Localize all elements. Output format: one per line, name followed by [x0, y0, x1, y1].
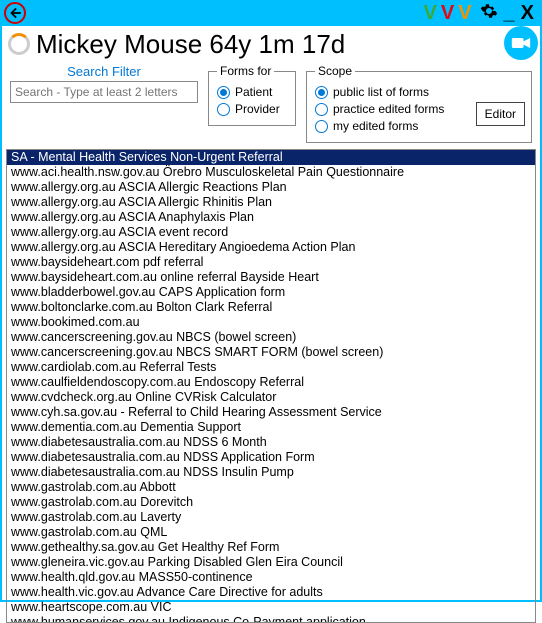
list-item[interactable]: www.dementia.com.au Dementia Support [7, 420, 535, 435]
list-item[interactable]: www.boltonclarke.com.au Bolton Clark Ref… [7, 300, 535, 315]
search-block: Search Filter [10, 64, 198, 103]
search-input[interactable] [10, 81, 198, 103]
title-bar: VVV _ X [2, 0, 540, 26]
list-item[interactable]: www.cancerscreening.gov.au NBCS (bowel s… [7, 330, 535, 345]
radio-icon [315, 86, 328, 99]
radio-icon [217, 86, 230, 99]
list-item[interactable]: www.allergy.org.au ASCIA event record [7, 225, 535, 240]
gear-icon [480, 2, 498, 20]
arrow-left-icon [8, 6, 22, 20]
controls-row: Search Filter Forms for PatientProvider … [2, 62, 540, 149]
list-item[interactable]: www.bladderbowel.gov.au CAPS Application… [7, 285, 535, 300]
forms-for-fieldset: Forms for Patient Provider [208, 64, 296, 126]
search-label: Search Filter [10, 64, 198, 79]
list-item[interactable]: www.bookimed.com.au [7, 315, 535, 330]
patient-name: Mickey Mouse 64y 1m 17d [36, 29, 345, 60]
scope-legend: Scope [315, 64, 355, 78]
back-button[interactable] [4, 2, 26, 24]
list-item[interactable]: www.aci.health.nsw.gov.au Örebro Musculo… [7, 165, 535, 180]
header-row: Mickey Mouse 64y 1m 17d [2, 26, 540, 62]
list-item[interactable]: www.allergy.org.au ASCIA Allergic Reacti… [7, 180, 535, 195]
list-item[interactable]: www.health.qld.gov.au MASS50-continence [7, 570, 535, 585]
app-logo-icon: VVV [420, 3, 476, 23]
list-item[interactable]: www.gastrolab.com.au Laverty [7, 510, 535, 525]
list-item[interactable]: www.allergy.org.au ASCIA Anaphylaxis Pla… [7, 210, 535, 225]
list-item[interactable]: www.allergy.org.au ASCIA Hereditary Angi… [7, 240, 535, 255]
list-item[interactable]: www.cardiolab.com.au Referral Tests [7, 360, 535, 375]
minimize-button[interactable]: _ [502, 3, 517, 23]
list-item[interactable]: www.heartscope.com.au VIC [7, 600, 535, 615]
forms-for-option[interactable]: Patient [217, 85, 287, 99]
list-item[interactable]: www.gethealthy.sa.gov.au Get Healthy Ref… [7, 540, 535, 555]
radio-icon [315, 120, 328, 133]
list-item[interactable]: www.health.vic.gov.au Advance Care Direc… [7, 585, 535, 600]
window-controls: VVV _ X [420, 2, 537, 24]
scope-option[interactable]: public list of forms [315, 85, 523, 99]
list-item[interactable]: www.caulfieldendoscopy.com.au Endoscopy … [7, 375, 535, 390]
radio-icon [217, 103, 230, 116]
scope-fieldset: Scope public list of forms practice edite… [306, 64, 532, 143]
forms-for-label: Patient [235, 85, 272, 99]
list-item[interactable]: www.gleneira.vic.gov.au Parking Disabled… [7, 555, 535, 570]
list-item[interactable]: www.cyh.sa.gov.au - Referral to Child He… [7, 405, 535, 420]
list-item[interactable]: www.diabetesaustralia.com.au NDSS Applic… [7, 450, 535, 465]
radio-icon [315, 103, 328, 116]
list-item[interactable]: www.allergy.org.au ASCIA Allergic Rhinit… [7, 195, 535, 210]
list-item[interactable]: www.gastrolab.com.au Abbott [7, 480, 535, 495]
video-button[interactable] [504, 26, 538, 60]
list-item[interactable]: www.humanservices.gov.au Indigenous Co-P… [7, 615, 535, 623]
list-item[interactable]: www.baysideheart.com pdf referral [7, 255, 535, 270]
scope-label: my edited forms [333, 119, 418, 133]
list-item[interactable]: www.diabetesaustralia.com.au NDSS 6 Mont… [7, 435, 535, 450]
scope-label: practice edited forms [333, 102, 444, 116]
loading-spinner-icon [8, 33, 30, 55]
list-item[interactable]: www.gastrolab.com.au QML [7, 525, 535, 540]
list-item[interactable]: www.cvdcheck.org.au Online CVRisk Calcul… [7, 390, 535, 405]
forms-list[interactable]: SA - Mental Health Services Non-Urgent R… [6, 149, 536, 623]
video-camera-icon [511, 35, 531, 51]
forms-for-label: Provider [235, 102, 280, 116]
list-item[interactable]: SA - Mental Health Services Non-Urgent R… [7, 150, 535, 165]
list-item[interactable]: www.cancerscreening.gov.au NBCS SMART FO… [7, 345, 535, 360]
list-item[interactable]: www.diabetesaustralia.com.au NDSS Insuli… [7, 465, 535, 480]
forms-for-legend: Forms for [217, 64, 274, 78]
settings-button[interactable] [478, 2, 500, 24]
editor-button[interactable]: Editor [476, 102, 525, 126]
close-button[interactable]: X [519, 3, 536, 23]
scope-label: public list of forms [333, 85, 429, 99]
list-item[interactable]: www.baysideheart.com.au online referral … [7, 270, 535, 285]
list-item[interactable]: www.gastrolab.com.au Dorevitch [7, 495, 535, 510]
forms-for-option[interactable]: Provider [217, 102, 287, 116]
